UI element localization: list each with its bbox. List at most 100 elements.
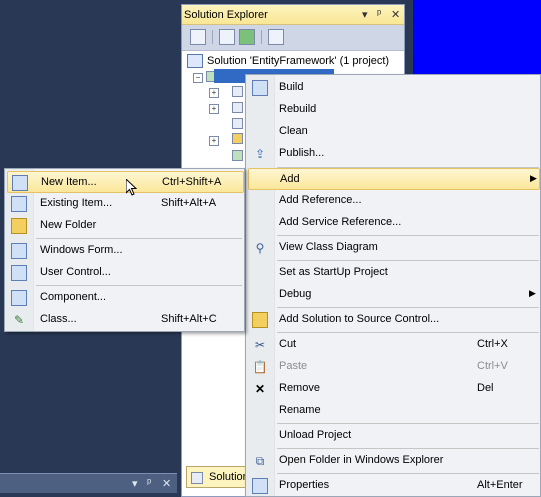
folder-open-icon: ⧉ <box>255 454 265 468</box>
show-all-files-icon[interactable] <box>219 29 235 45</box>
menu-item-rename[interactable]: Rename <box>248 400 540 422</box>
solution-explorer-title: Solution Explorer <box>184 9 268 21</box>
menu-item-label: Set as StartUp Project <box>279 266 388 278</box>
submenu-item-user-control[interactable]: User Control... <box>7 262 244 284</box>
menu-separator <box>277 307 539 308</box>
menu-item-shortcut: Shift+Alt+C <box>161 313 217 325</box>
menu-item-set-startup-project[interactable]: Set as StartUp Project <box>248 262 540 284</box>
menu-item-label: Rebuild <box>279 103 317 115</box>
menu-item-shortcut: Shift+Alt+A <box>161 197 217 209</box>
class-icon: ✎ <box>13 313 25 327</box>
menu-item-shortcut: Alt+Enter <box>477 479 523 491</box>
solution-icon <box>187 54 203 68</box>
menu-item-rebuild[interactable]: Rebuild <box>248 99 540 121</box>
menu-item-label: Cut <box>279 338 297 350</box>
menu-item-clean[interactable]: Clean <box>248 121 540 143</box>
menu-item-label: Open Folder in Windows Explorer <box>279 454 444 466</box>
menu-item-shortcut: Del <box>477 382 494 394</box>
menu-item-label: View Class Diagram <box>279 241 378 253</box>
menu-item-properties[interactable]: Properties Alt+Enter <box>248 475 540 497</box>
menu-item-label: Add <box>280 173 300 185</box>
menu-item-label: Windows Form... <box>40 244 123 256</box>
menu-item-label: Add Service Reference... <box>279 216 402 228</box>
new-folder-icon <box>11 218 27 234</box>
menu-item-shortcut: Ctrl+Shift+A <box>162 176 222 188</box>
publish-icon: ⇪ <box>254 147 266 161</box>
pin-icon[interactable]: ᵖ <box>377 8 381 20</box>
menu-separator <box>277 473 539 474</box>
submenu-item-windows-form[interactable]: Windows Form... <box>7 240 244 262</box>
dropdown-icon[interactable]: ▾ <box>132 477 138 490</box>
submenu-item-class[interactable]: ✎ Class... Shift+Alt+C <box>7 309 244 331</box>
menu-item-shortcut: Ctrl+X <box>477 338 508 350</box>
close-icon[interactable]: ✕ <box>391 8 400 21</box>
menu-separator <box>277 448 539 449</box>
menu-item-add-service-reference[interactable]: Add Service Reference... <box>248 212 540 234</box>
expand-icon[interactable]: + <box>209 104 219 114</box>
paste-icon: 📋 <box>252 360 268 374</box>
refresh-icon[interactable] <box>239 29 255 45</box>
menu-item-add-to-source-control[interactable]: Add Solution to Source Control... <box>248 309 540 331</box>
class-diagram-toolbar-icon[interactable] <box>268 29 284 45</box>
menu-item-build[interactable]: Build <box>248 77 540 99</box>
menu-item-add-reference[interactable]: Add Reference... <box>248 190 540 212</box>
menu-item-publish[interactable]: ⇪ Publish... <box>248 143 540 165</box>
menu-item-unload-project[interactable]: Unload Project <box>248 425 540 447</box>
submenu-arrow-icon: ▶ <box>529 288 536 298</box>
menu-item-paste: 📋 Paste Ctrl+V <box>248 356 540 378</box>
menu-item-remove[interactable]: ✕ Remove Del <box>248 378 540 400</box>
properties-toolbar-icon[interactable] <box>190 29 206 45</box>
menu-item-view-class-diagram[interactable]: ⚲ View Class Diagram <box>248 237 540 259</box>
scissors-icon: ✂ <box>254 338 266 352</box>
tree-item-icon <box>232 102 243 113</box>
user-control-icon <box>11 265 27 281</box>
menu-item-label: Add Solution to Source Control... <box>279 313 440 325</box>
menu-item-label: Unload Project <box>279 429 352 441</box>
menu-item-label: Paste <box>279 360 308 372</box>
menu-item-debug[interactable]: Debug ▶ <box>248 284 540 306</box>
menu-item-label: New Item... <box>41 176 97 188</box>
tree-item-icon <box>232 150 243 161</box>
submenu-item-component[interactable]: Component... <box>7 287 244 309</box>
menu-item-label: New Folder <box>40 219 97 231</box>
menu-item-label: Rename <box>279 404 321 416</box>
submenu-arrow-icon: ▶ <box>530 173 537 183</box>
expand-icon[interactable]: + <box>209 88 219 98</box>
menu-item-add[interactable]: Add ▶ <box>248 168 540 190</box>
submenu-item-new-folder[interactable]: New Folder <box>7 215 244 237</box>
tree-solution-node[interactable]: Solution 'EntityFramework' (1 project) <box>187 54 389 68</box>
menu-item-label: User Control... <box>40 266 111 278</box>
dropdown-icon[interactable]: ▾ <box>362 8 368 21</box>
menu-item-label: Remove <box>279 382 320 394</box>
menu-separator <box>277 235 539 236</box>
source-control-icon <box>252 312 268 328</box>
menu-item-shortcut: Ctrl+V <box>477 360 508 372</box>
menu-separator <box>277 332 539 333</box>
menu-item-label: Debug <box>279 288 312 300</box>
tree-item-icon <box>232 118 243 129</box>
menu-item-label: Clean <box>279 125 308 137</box>
menu-item-label: Existing Item... <box>40 197 113 209</box>
docked-pane-header: ▾ ᵖ ✕ <box>0 473 177 493</box>
menu-separator <box>36 285 242 286</box>
solution-explorer-titlebar: Solution Explorer ▾ ᵖ ✕ <box>182 5 404 25</box>
menu-item-cut[interactable]: ✂ Cut Ctrl+X <box>248 334 540 356</box>
mouse-cursor-icon <box>126 179 138 196</box>
expand-icon[interactable]: + <box>209 136 219 146</box>
collapse-icon[interactable]: − <box>193 73 203 83</box>
menu-item-label: Properties <box>279 479 330 491</box>
tree-item-icon <box>232 86 243 97</box>
project-context-menu: Build Rebuild Clean ⇪ Publish... Add ▶ A… <box>245 74 541 497</box>
menu-separator <box>36 238 242 239</box>
menu-item-label: Component... <box>40 291 107 303</box>
menu-separator <box>277 260 539 261</box>
pin-icon[interactable]: ᵖ <box>147 477 151 489</box>
menu-item-open-folder[interactable]: ⧉ Open Folder in Windows Explorer <box>248 450 540 472</box>
add-submenu: New Item... Ctrl+Shift+A Existing Item..… <box>4 168 245 332</box>
menu-item-label: Publish... <box>279 147 325 159</box>
solution-explorer-toolbar <box>182 25 404 51</box>
close-icon[interactable]: ✕ <box>162 477 171 490</box>
class-diagram-icon: ⚲ <box>255 241 265 255</box>
build-icon <box>252 80 268 96</box>
component-icon <box>11 290 27 306</box>
